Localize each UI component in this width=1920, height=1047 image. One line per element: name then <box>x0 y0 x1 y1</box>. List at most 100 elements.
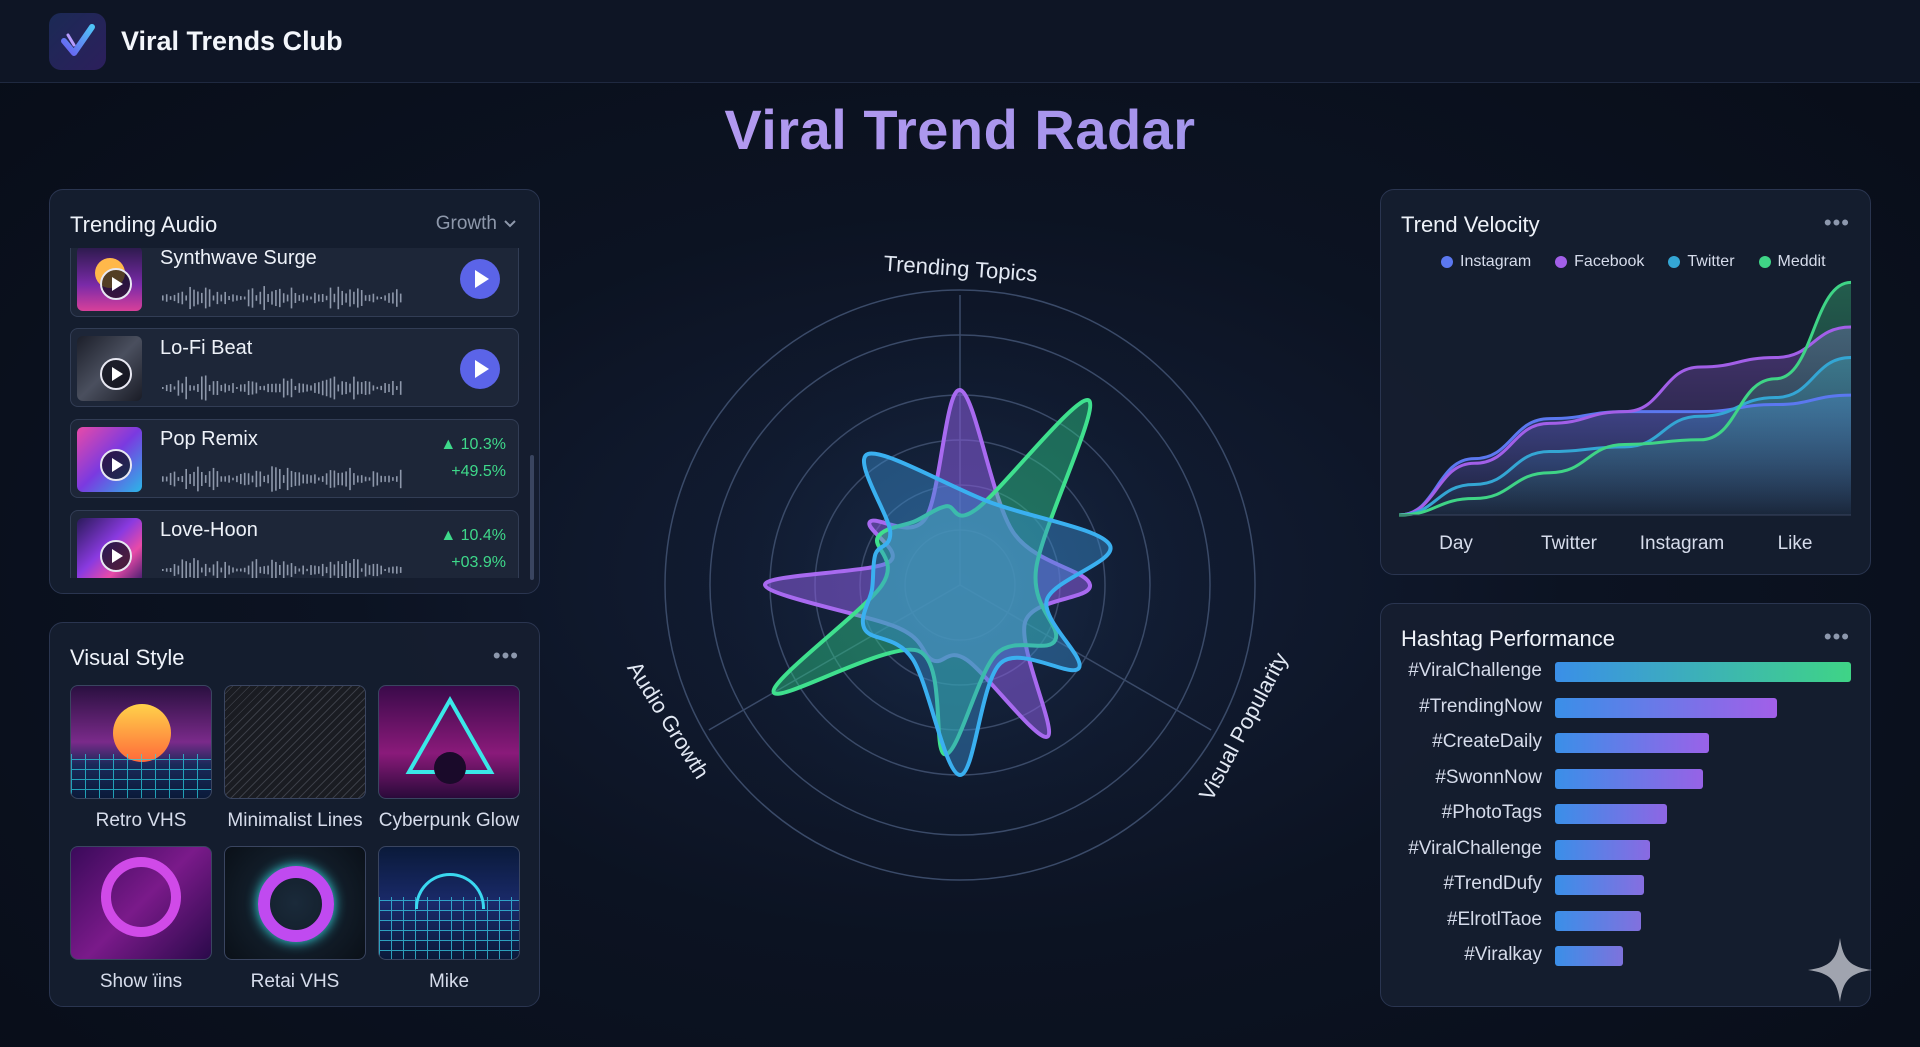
waveform-bar <box>193 558 195 578</box>
play-icon[interactable] <box>100 449 132 481</box>
waveform-bar <box>337 472 340 486</box>
style-label: Minimalist Lines <box>227 810 363 831</box>
hashtag-row[interactable]: #PhotoTags <box>1381 802 1872 826</box>
waveform-bar <box>321 476 324 482</box>
hashtag-row[interactable]: #CreateDaily <box>1381 731 1872 755</box>
play-button[interactable] <box>460 349 500 389</box>
style-tile[interactable] <box>224 846 366 960</box>
waveform-bar <box>236 475 238 483</box>
waveform-bar <box>189 286 191 310</box>
waveform-bar <box>357 559 359 578</box>
hashtag-performance-panel: Hashtag Performance ••• #ViralChallenge #… <box>1380 603 1871 1007</box>
hashtag-row[interactable]: #SwonnNow <box>1381 767 1872 791</box>
waveform-bar <box>232 477 234 481</box>
waveform-bar <box>282 378 285 398</box>
play-icon[interactable] <box>100 268 132 300</box>
trend-up-icon: ▲ <box>440 527 461 544</box>
waveform-bar <box>224 476 226 482</box>
hashtag-bar <box>1555 768 1703 789</box>
hashtag-row[interactable]: #ElrotlTaoe <box>1381 909 1872 933</box>
audio-item[interactable]: Love-Hoon ▲ 10.4% +03.9% <box>70 510 519 578</box>
play-button[interactable] <box>460 259 500 299</box>
waveform-bar <box>220 476 223 482</box>
waveform-bar <box>388 293 390 303</box>
waveform-bar <box>372 563 375 577</box>
waveform-bar <box>321 380 324 396</box>
hashtag-row[interactable]: #ViralChallenge <box>1381 660 1872 684</box>
waveform-bar <box>325 295 328 301</box>
waveform-bar <box>310 385 312 391</box>
waveform-bar <box>302 474 304 484</box>
waveform-bar <box>204 375 207 401</box>
waveform-bar <box>259 471 262 487</box>
waveform-bar <box>216 561 219 578</box>
waveform-bar <box>255 295 258 301</box>
waveform-bar <box>228 475 230 483</box>
play-icon[interactable] <box>100 540 132 572</box>
waveform-bar <box>267 565 269 575</box>
play-icon[interactable] <box>100 358 132 390</box>
waveform-bar <box>321 293 324 303</box>
waveform-bar <box>267 293 269 303</box>
waveform-bar <box>204 287 207 309</box>
waveform-bar <box>255 559 258 578</box>
waveform-bar <box>314 383 316 393</box>
app-logo[interactable] <box>49 12 106 70</box>
more-options-icon[interactable]: ••• <box>1824 624 1850 650</box>
hashtag-row[interactable]: #Viralkay <box>1381 944 1872 968</box>
waveform-bar <box>243 567 246 573</box>
waveform-bar <box>197 560 199 578</box>
hashtag-performance-title: Hashtag Performance <box>1401 626 1615 651</box>
hashtag-row[interactable]: #TrendingNow <box>1381 696 1872 720</box>
waveform-bar <box>318 382 320 394</box>
waveform-bar <box>177 477 180 481</box>
waveform-bar <box>302 383 304 393</box>
waveform-bar <box>294 292 297 304</box>
style-tile[interactable] <box>378 685 520 799</box>
waveform-bar <box>368 565 371 575</box>
style-tile[interactable] <box>224 685 366 799</box>
style-tile[interactable] <box>70 846 212 960</box>
waveform-bar <box>267 383 269 393</box>
waveform-bar <box>279 288 281 308</box>
audio-thumbnail <box>77 336 142 401</box>
audio-thumbnail <box>77 518 142 578</box>
waveform-bar <box>353 558 355 578</box>
audio-item[interactable]: Lo-Fi Beat <box>70 328 519 407</box>
waveform-bar <box>236 568 238 572</box>
hashtag-row[interactable]: #TrendDufy <box>1381 873 1872 897</box>
style-tile[interactable] <box>70 685 212 799</box>
waveform-bar <box>399 567 402 573</box>
waveform-bar <box>201 567 203 573</box>
audio-item[interactable]: Pop Remix ▲ 10.3% +49.5% <box>70 419 519 498</box>
hashtag-row[interactable]: #ViralChallenge <box>1381 838 1872 862</box>
waveform-bar <box>282 475 285 483</box>
waveform-bar <box>294 472 297 486</box>
waveform-bar <box>376 563 379 577</box>
audio-title: Pop Remix <box>160 428 258 450</box>
sort-dropdown[interactable]: Growth <box>436 213 517 235</box>
scrollbar[interactable] <box>530 455 534 580</box>
waveform-bar <box>392 566 394 574</box>
waveform-bar <box>220 384 223 392</box>
audio-list[interactable]: Synthwave Surge Lo-Fi Beat Pop Remix ▲ 1… <box>70 248 519 578</box>
change-stat: ▲ 10.3% <box>440 436 506 453</box>
waveform-bar <box>247 565 250 575</box>
audio-title: Love-Hoon <box>160 519 258 541</box>
audio-item[interactable]: Synthwave Surge <box>70 248 519 317</box>
waveform-bar <box>376 296 379 300</box>
brand-name: Viral Trends Club <box>121 25 343 56</box>
waveform-bar <box>243 472 246 486</box>
waveform-bar <box>263 286 265 310</box>
style-label: Retro VHS <box>95 810 187 831</box>
style-tile[interactable] <box>378 846 520 960</box>
waveform-bar <box>271 466 273 492</box>
more-options-icon[interactable]: ••• <box>493 643 519 669</box>
hashtag-label: #ViralChallenge <box>1408 837 1542 859</box>
waveform-bar <box>162 569 164 571</box>
waveform-bar <box>263 385 265 391</box>
waveform-bar <box>392 380 394 396</box>
waveform-bar <box>232 294 234 302</box>
waveform-bar <box>399 293 402 303</box>
waveform-bar <box>341 381 343 395</box>
